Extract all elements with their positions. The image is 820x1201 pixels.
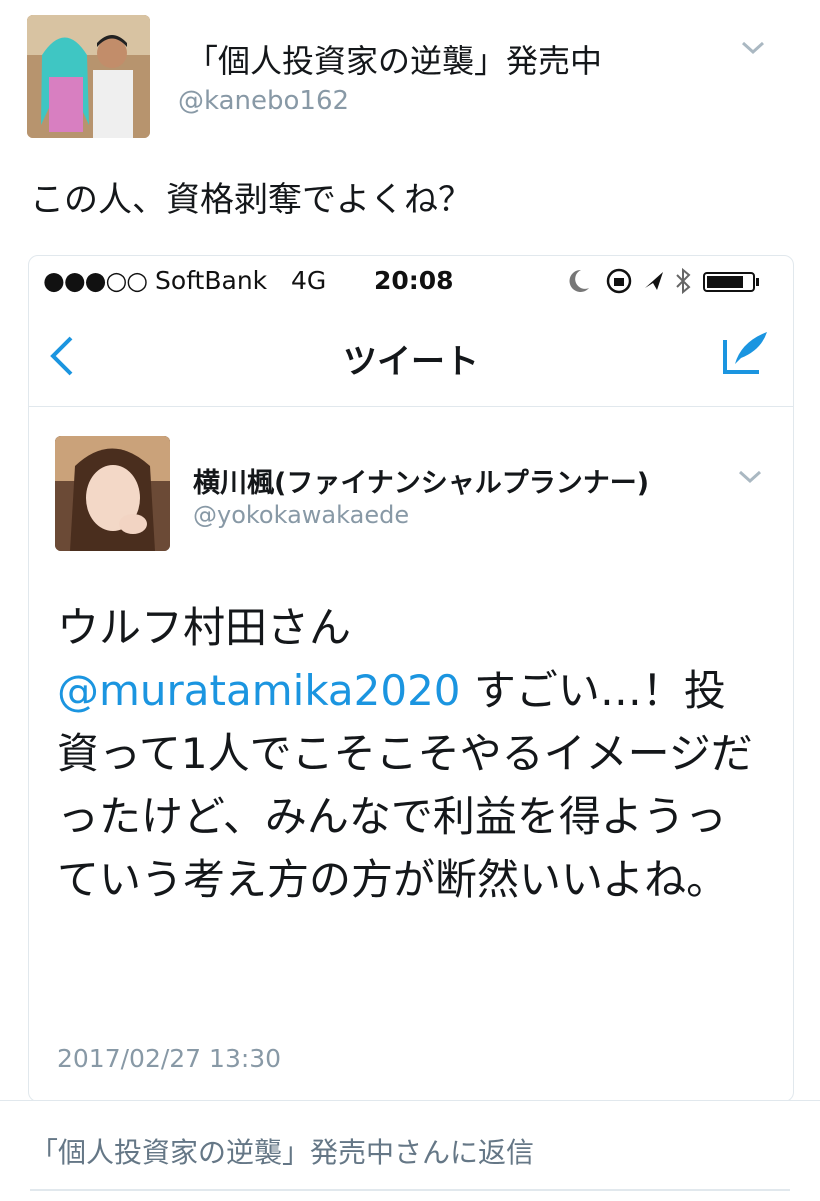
nav-bar: ツイート [29,306,793,407]
user-avatar[interactable] [27,15,150,138]
bluetooth-icon [676,267,691,295]
author-handle[interactable]: @kanebo162 [178,86,349,116]
battery-icon [703,272,759,292]
status-bar: ●●●○○ SoftBank 4G 20:08 [29,256,793,304]
rotation-lock-icon [606,268,632,294]
moon-icon [569,269,589,292]
network-type: 4G [291,266,327,295]
author-display-name[interactable]: 「個人投資家の逆襲」発売中 [186,36,602,82]
chevron-down-icon[interactable] [737,468,763,486]
attached-screenshot[interactable]: ●●●○○ SoftBank 4G 20:08 ツイート 横川楓(ファイナンシャ… [28,255,794,1102]
quoted-tweet-text: ウルフ村田さん @muratamika2020 すごい…！投資って1人でこそこそ… [57,596,757,911]
quoted-text-line1: ウルフ村田さん [57,603,352,652]
reply-underline [30,1189,790,1191]
quoted-author-name[interactable]: 横川楓(ファイナンシャルプランナー) [193,461,649,500]
tweet-text: この人、資格剥奪でよくね？ [30,180,472,220]
reply-input[interactable]: 「個人投資家の逆襲」発売中さんに返信 [30,1131,534,1171]
quoted-author-handle[interactable]: @yokokawakaede [193,501,409,529]
reply-bar[interactable]: 「個人投資家の逆襲」発売中さんに返信 [0,1100,820,1201]
signal-strength-icon: ●●●○○ [43,266,148,295]
location-arrow-icon [645,272,663,290]
quoted-author-avatar[interactable] [55,436,170,551]
quoted-tweet-timestamp: 2017/02/27 13:30 [57,1044,282,1073]
chevron-down-icon[interactable] [738,38,768,58]
nav-title: ツイート [343,342,479,382]
compose-tweet-icon[interactable] [721,328,771,378]
carrier-name: SoftBank [155,266,268,295]
mention-link[interactable]: @muratamika2020 [57,666,461,715]
status-icons [569,267,759,295]
status-time: 20:08 [374,266,454,295]
